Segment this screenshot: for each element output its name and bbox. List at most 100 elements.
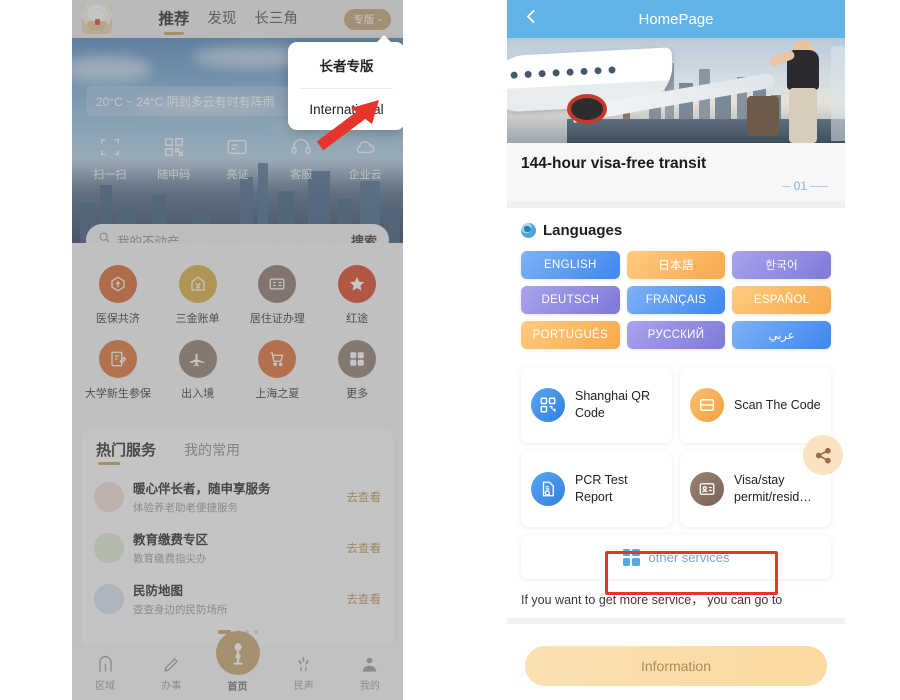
pearl-tower-icon — [215, 631, 260, 675]
card-scan-the-code[interactable]: Scan The Code — [680, 367, 831, 443]
service-icon-grid: 医保共济 三金账单 居住证办理 红途 大学新生参保 出入境 上海之夏 更多 — [72, 261, 403, 427]
tab-hot-services[interactable]: 热门服务 — [96, 439, 156, 465]
tab-yangtze-delta[interactable]: 长三角 — [254, 7, 298, 31]
hero-caption-block: 144-hour visa-free transit 01 — [507, 143, 845, 201]
shopping-cart-icon — [258, 340, 297, 378]
search-input-placeholder[interactable]: 我的不动产 — [117, 231, 351, 244]
weather-text: 20°C ~ 24°C 阴到多云有时有阵雨 — [96, 94, 275, 109]
quick-action-scan[interactable]: 扫一扫 — [82, 134, 138, 182]
grid-item-medical-insurance[interactable]: 医保共济 — [78, 265, 158, 326]
qr-code-icon — [531, 388, 565, 422]
bottom-tab-home[interactable]: 首页 — [204, 631, 270, 693]
card-label: Scan The Code — [734, 397, 821, 412]
grid-item-shanghai-summer[interactable]: 上海之夏 — [238, 340, 318, 401]
yuan-bill-icon — [178, 265, 217, 303]
bottom-tab-label: 办事 — [161, 681, 182, 692]
back-arrow-icon[interactable] — [521, 6, 542, 32]
grid-item-red-route[interactable]: 红途 — [317, 265, 397, 326]
menu-item-elder-version[interactable]: 长者专版 — [288, 42, 403, 88]
grid-item-label: 更多 — [346, 388, 369, 400]
right-app-screenshot: HomePage 144-hour visa-free transit 01 L… — [507, 0, 845, 700]
hot-services-tabs: 热门服务 我的常用 — [82, 439, 393, 471]
version-pill-label: 专版 — [353, 13, 375, 26]
grid-item-label: 居住证办理 — [249, 313, 305, 325]
tab-discover[interactable]: 发现 — [207, 7, 236, 31]
airplane-icon — [178, 340, 217, 378]
grid-item-three-fund-bill[interactable]: 三金账单 — [158, 265, 238, 326]
list-item-subtitle: 查查身边的民防场所 — [133, 604, 228, 616]
bottom-tab-services[interactable]: 办事 — [138, 652, 204, 692]
language-button-japanese[interactable]: 日本語 — [626, 251, 726, 279]
language-button-grid: ENGLISH 日本語 한국어 DEUTSCH FRANÇAIS ESPAÑOL… — [507, 239, 845, 355]
share-icon[interactable] — [803, 435, 843, 475]
tab-recommend[interactable]: 推荐 — [158, 7, 189, 32]
grid-item-label: 出入境 — [181, 388, 215, 400]
star-icon — [338, 265, 377, 303]
language-button-french[interactable]: FRANÇAIS — [626, 286, 726, 314]
grid-item-immigration[interactable]: 出入境 — [158, 340, 238, 401]
bottom-tab-mine[interactable]: 我的 — [337, 652, 403, 692]
annotation-arrow-icon — [316, 98, 388, 155]
left-app-screenshot: 推荐 发现 长三角 专版 ⌄ 20°C ~ 24°C 阴到多云有时有阵雨 扫一扫… — [72, 0, 403, 700]
search-bar[interactable]: 我的不动产 搜索 — [86, 224, 389, 243]
version-switch-button[interactable]: 专版 ⌄ — [344, 8, 391, 30]
grid-item-more[interactable]: 更多 — [317, 340, 397, 401]
qr-code-icon — [146, 134, 202, 160]
grid-item-residence-permit[interactable]: 居住证办理 — [238, 265, 318, 326]
carousel-dot[interactable] — [253, 630, 258, 634]
left-top-bar: 推荐 发现 长三角 专版 ⌄ — [72, 0, 403, 38]
card-pcr-test-report[interactable]: PCR Test Report — [521, 451, 672, 527]
screenshot-stage: 推荐 发现 长三角 专版 ⌄ 20°C ~ 24°C 阴到多云有时有阵雨 扫一扫… — [0, 0, 900, 700]
form-pen-icon — [98, 340, 137, 378]
bottom-tab-region[interactable]: 区域 — [72, 652, 138, 692]
language-button-portuguese[interactable]: PORTUGUÊS — [521, 321, 620, 349]
quick-action-showcert[interactable]: 亮证 — [209, 134, 265, 182]
language-button-spanish[interactable]: ESPAÑOL — [732, 286, 831, 314]
scan-icon — [82, 134, 138, 160]
card-label: Visa/stay permit/resid… — [734, 473, 812, 504]
list-item[interactable]: 教育缴费专区 教育缴费指尖办 去查看 — [82, 522, 393, 573]
card-label: PCR Test Report — [575, 473, 628, 504]
avatar — [94, 481, 124, 512]
id-card-icon — [209, 134, 265, 160]
service-card-grid: Shanghai QR Code Scan The Code PCR Test … — [507, 355, 845, 527]
list-item-action[interactable]: 去查看 — [347, 591, 382, 607]
list-item-action[interactable]: 去查看 — [347, 540, 382, 556]
quick-action-label: 扫一扫 — [93, 169, 127, 181]
quick-action-label: 企业云 — [348, 169, 382, 181]
language-button-russian[interactable]: РУССКИЙ — [626, 321, 726, 349]
language-button-german[interactable]: DEUTSCH — [521, 286, 620, 314]
other-services-label: other services — [648, 549, 730, 565]
bottom-tab-voice[interactable]: 民声 — [271, 652, 337, 692]
other-services-button[interactable]: other services — [521, 535, 831, 579]
grid-item-label: 三金账单 — [175, 313, 220, 325]
card-visa-stay-permit[interactable]: Visa/stay permit/resid… — [680, 435, 843, 527]
grid-item-label: 医保共济 — [95, 313, 140, 325]
list-item-subtitle: 体验养老助老便捷服务 — [133, 502, 238, 514]
tab-my-frequent[interactable]: 我的常用 — [184, 440, 240, 465]
hot-services-card: 热门服务 我的常用 暖心伴长者，随申享服务 体验养老助老便捷服务 去查看 教育缴… — [82, 429, 393, 648]
section-divider — [507, 201, 845, 208]
helper-note: If you want to get more service， you can… — [521, 593, 783, 607]
hero-banner-image[interactable] — [507, 38, 845, 143]
information-button[interactable]: Information — [525, 646, 827, 686]
grid-item-label: 大学新生参保 — [84, 388, 151, 400]
avatar — [94, 532, 124, 563]
language-button-arabic[interactable]: عربي — [732, 321, 831, 349]
list-item[interactable]: 暖心伴长者，随申享服务 体验养老助老便捷服务 去查看 — [82, 471, 393, 522]
document-search-icon — [531, 472, 565, 506]
language-button-korean[interactable]: 한국어 — [732, 251, 831, 279]
list-item[interactable]: 民防地图 查查身边的民防场所 去查看 — [82, 573, 393, 624]
quick-action-suishenma[interactable]: 随申码 — [146, 134, 202, 182]
list-item-action[interactable]: 去查看 — [347, 489, 382, 505]
carousel-page-number: 01 — [793, 179, 807, 193]
mascot-avatar-icon[interactable] — [82, 4, 112, 34]
right-header-bar: HomePage — [507, 0, 845, 38]
grid-item-freshman-insurance[interactable]: 大学新生参保 — [78, 340, 158, 401]
grid-more-icon — [338, 340, 377, 378]
language-button-english[interactable]: ENGLISH — [521, 251, 620, 279]
card-shanghai-qr-code[interactable]: Shanghai QR Code — [521, 367, 672, 443]
search-button[interactable]: 搜索 — [351, 231, 377, 244]
languages-section-header: Languages — [507, 208, 845, 239]
bottom-tab-label: 我的 — [359, 681, 380, 692]
